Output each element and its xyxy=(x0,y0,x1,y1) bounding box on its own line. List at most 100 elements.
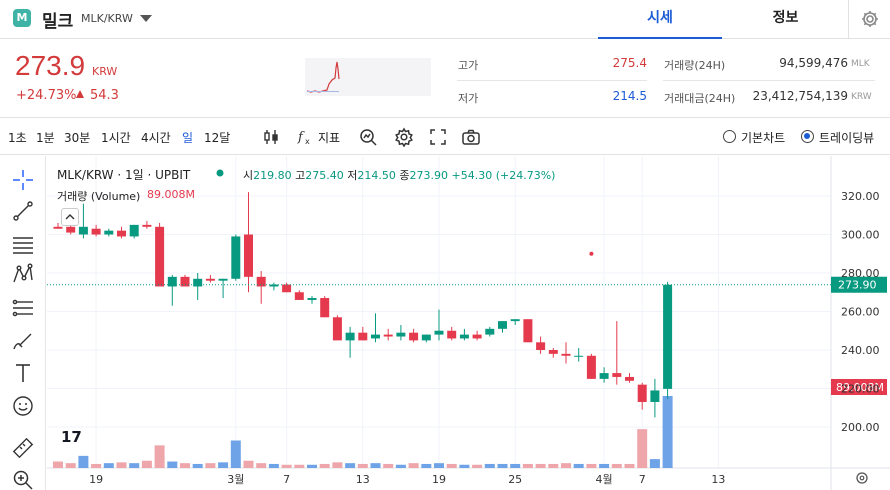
candle-body xyxy=(637,384,647,402)
candle-body xyxy=(193,278,203,287)
pattern-icon[interactable] xyxy=(11,262,35,286)
volume-bar xyxy=(421,463,432,468)
turnover-value: 23,412,754,139 xyxy=(752,89,848,103)
candle-body xyxy=(472,334,482,339)
candle-body xyxy=(383,334,393,337)
candle-body xyxy=(53,226,63,229)
timeframe-30m[interactable]: 30분 xyxy=(64,129,90,146)
axis-settings-icon[interactable] xyxy=(859,475,865,481)
tab-quote[interactable]: 시세 xyxy=(598,0,722,39)
volume-bar xyxy=(637,429,648,468)
volume-bar xyxy=(294,464,305,468)
open-value: 219.80 xyxy=(253,169,292,182)
candle-body xyxy=(307,298,317,300)
y-tick-label: 200.00 xyxy=(841,421,880,434)
high-label: 고 xyxy=(295,169,306,182)
volume-bar xyxy=(332,462,343,468)
volume-bar xyxy=(649,459,660,468)
camera-icon[interactable] xyxy=(461,127,481,147)
settings-gear-icon[interactable] xyxy=(394,127,414,147)
timeframe-12mo[interactable]: 12달 xyxy=(204,129,230,146)
volume-legend-label: 거래량 (Volume) xyxy=(57,190,141,203)
candle-body xyxy=(155,226,165,287)
volume-bar xyxy=(281,464,292,468)
crosshair-icon[interactable] xyxy=(11,168,35,192)
chevron-down-icon[interactable] xyxy=(140,15,152,22)
coin-logo: M xyxy=(13,9,31,27)
candle-body xyxy=(523,319,533,343)
indicator-fx-icon[interactable]: f x xyxy=(296,127,316,147)
brush-icon[interactable] xyxy=(11,329,35,353)
collapse-button[interactable] xyxy=(61,208,79,226)
volume-bar xyxy=(497,463,508,468)
chart-canvas[interactable]: 273.90 89.008M 320.00 300.00 280.00 260.00 240… xyxy=(47,156,890,490)
timeframe-1m[interactable]: 1분 xyxy=(36,129,55,146)
volume-bar xyxy=(243,460,254,468)
candle-body xyxy=(142,224,152,227)
svg-text:x: x xyxy=(305,137,310,146)
volume-bar xyxy=(561,463,571,468)
candle-body xyxy=(536,342,546,350)
volume-bar xyxy=(256,463,267,468)
tradingview-logo[interactable]: 17 xyxy=(61,428,89,448)
volume-bar xyxy=(395,464,406,468)
candle-style-icon[interactable] xyxy=(261,127,281,147)
divider xyxy=(457,80,647,81)
candle-body xyxy=(625,376,634,381)
status-dot-icon xyxy=(216,169,224,177)
volume-bar xyxy=(662,396,673,468)
top-header: M 밀크 MLK/KRW 시세 정보 xyxy=(0,0,890,39)
tab-info[interactable]: 정보 xyxy=(723,0,848,39)
radio-tradingview[interactable] xyxy=(801,130,814,143)
trend-line-icon[interactable] xyxy=(11,199,35,223)
coin-name[interactable]: 밀크 xyxy=(42,7,73,32)
low-value: 214.50 xyxy=(357,169,396,182)
ruler-icon[interactable] xyxy=(11,436,35,460)
zoom-in-icon[interactable] xyxy=(11,468,35,490)
legend-ohlc: 시219.80 고275.40 저214.50 종273.90 +54.30 (… xyxy=(243,167,555,183)
candle-body xyxy=(510,319,520,322)
horizontal-lines-icon[interactable] xyxy=(11,232,35,256)
text-tool-icon[interactable] xyxy=(11,361,35,385)
volume-bar xyxy=(573,463,584,468)
volume-bar xyxy=(446,463,457,468)
candle-body xyxy=(91,228,101,235)
volume-bar xyxy=(484,463,495,468)
coin-pair[interactable]: MLK/KRW xyxy=(81,12,133,25)
radio-basic-chart-label[interactable]: 기본차트 xyxy=(741,129,785,146)
change-percent: +24.73% xyxy=(16,88,77,103)
change-amount: 54.3 xyxy=(90,88,119,103)
candle-body xyxy=(256,276,266,287)
volume-bar xyxy=(307,464,317,468)
tradingview-chart[interactable]: 273.90 89.008M 320.00 300.00 280.00 260.00 240… xyxy=(47,156,890,490)
candle-body xyxy=(244,234,253,277)
emoji-icon[interactable] xyxy=(11,394,35,418)
volume-bar xyxy=(65,463,76,468)
volume-bar xyxy=(167,461,178,468)
radio-tradingview-label[interactable]: 트레이딩뷰 xyxy=(819,129,874,146)
timeframe-1s[interactable]: 1초 xyxy=(8,129,27,146)
turnover-unit: KRW xyxy=(851,92,872,102)
fib-retracement-icon[interactable] xyxy=(11,296,35,320)
indicator-label[interactable]: 지표 xyxy=(318,129,340,146)
svg-text:f: f xyxy=(297,130,305,145)
last-price-label: 273.90 xyxy=(838,279,877,292)
axis-settings-icon[interactable] xyxy=(856,472,868,484)
x-tick-label: 19 xyxy=(89,473,103,486)
magnifier-chart-icon[interactable] xyxy=(358,127,378,147)
gear-icon[interactable] xyxy=(860,9,880,29)
candle-body xyxy=(396,332,406,337)
timeframe-day[interactable]: 일 xyxy=(182,129,193,146)
volume-bar xyxy=(624,463,635,468)
y-tick-label: 280.00 xyxy=(841,267,880,280)
candle-body xyxy=(459,334,469,339)
timeframe-4h[interactable]: 4시간 xyxy=(141,129,171,146)
x-tick-label: 4월 xyxy=(596,473,613,486)
timeframe-1h[interactable]: 1시간 xyxy=(101,129,131,146)
x-tick-label: 7 xyxy=(283,473,290,486)
volume-bar xyxy=(192,463,203,468)
volume-bar xyxy=(154,445,165,468)
radio-basic-chart[interactable] xyxy=(723,130,736,143)
fullscreen-icon[interactable] xyxy=(428,127,448,147)
volume-bar xyxy=(370,463,381,468)
